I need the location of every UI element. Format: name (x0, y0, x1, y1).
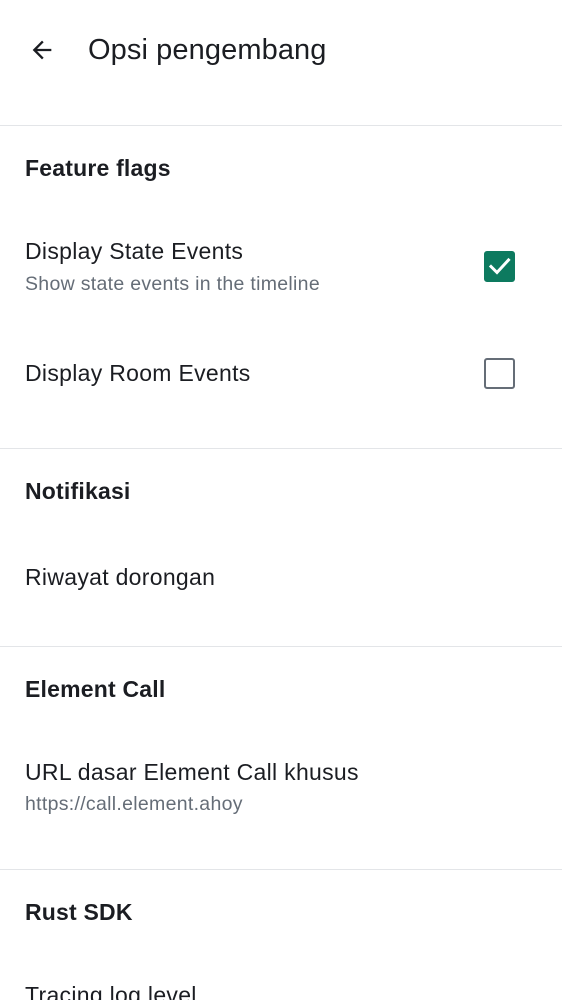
back-button[interactable] (18, 26, 66, 74)
section-header-element-call: Element Call (25, 676, 166, 702)
setting-push-history[interactable]: Riwayat dorongan (0, 530, 562, 625)
section-header-notifications: Notifikasi (25, 478, 131, 504)
setting-subtitle: Show state events in the timeline (25, 273, 320, 295)
divider (0, 646, 562, 647)
display-state-events-checkbox[interactable] (484, 251, 515, 282)
page-title: Opsi pengembang (88, 34, 327, 66)
setting-value: https://call.element.ahoy (25, 793, 243, 815)
divider (0, 448, 562, 449)
setting-title: Display Room Events (25, 360, 251, 386)
section-header-rust-sdk: Rust SDK (25, 899, 133, 925)
setting-title: Display State Events (25, 238, 244, 264)
divider (0, 869, 562, 870)
setting-title: Tracing log level (25, 982, 197, 1000)
arrow-left-icon (32, 40, 52, 60)
setting-element-call-base-url[interactable]: URL dasar Element Call khusus https://ca… (0, 735, 562, 845)
setting-tracing-log-level[interactable]: Tracing log level (0, 950, 562, 1000)
section-header-feature-flags: Feature flags (25, 155, 171, 181)
setting-title: Riwayat dorongan (25, 564, 216, 590)
setting-display-room-events[interactable]: Display Room Events (0, 323, 562, 423)
divider (0, 125, 562, 126)
checkmark-icon (488, 257, 511, 275)
top-app-bar: Opsi pengembang (0, 0, 562, 100)
setting-display-state-events[interactable]: Display State Events Show state events i… (0, 215, 562, 323)
setting-title: URL dasar Element Call khusus (25, 759, 359, 785)
display-room-events-checkbox[interactable] (484, 358, 515, 389)
